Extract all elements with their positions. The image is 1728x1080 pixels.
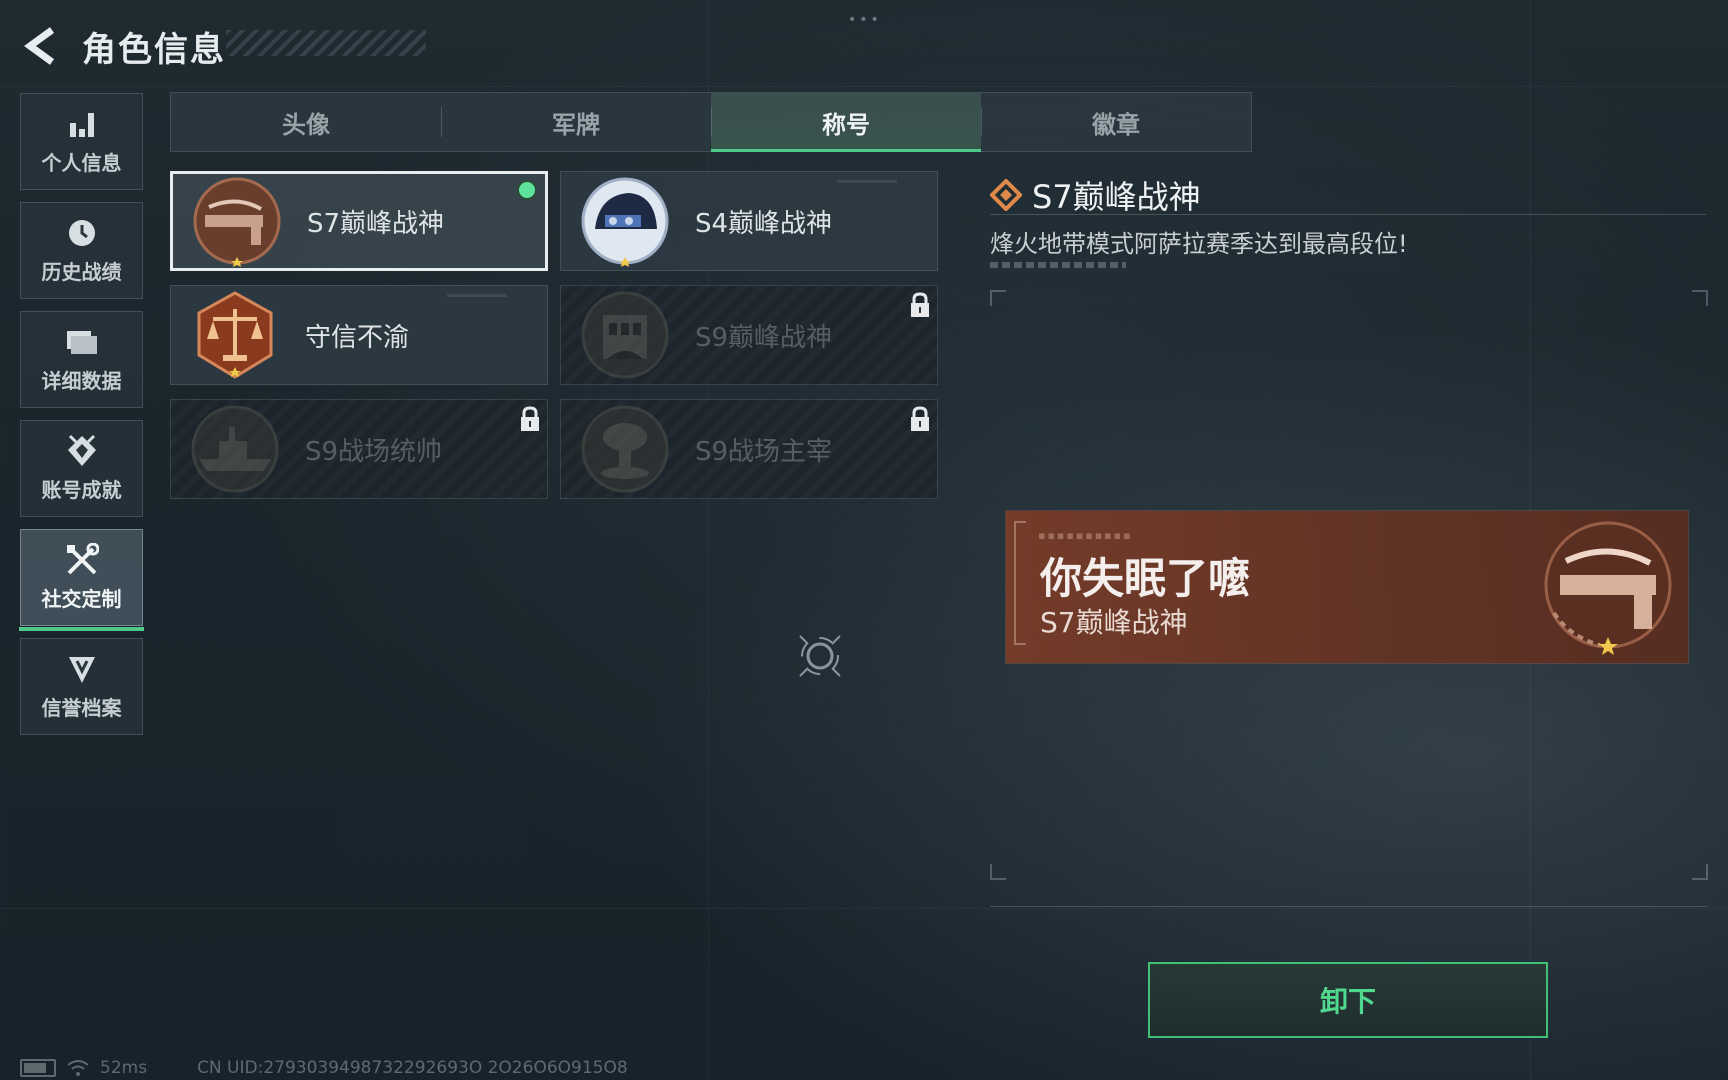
sidebar-item-achievements[interactable]: 账号成就 — [20, 420, 143, 517]
header: 角色信息 — [18, 18, 226, 74]
diamond-icon — [989, 178, 1023, 212]
detail-divider — [990, 214, 1706, 215]
sidebar-item-label: 个人信息 — [41, 151, 122, 175]
lock-icon — [909, 292, 931, 318]
title-card[interactable]: 守信不渝 — [170, 285, 548, 385]
shield-badge-icon — [65, 652, 99, 686]
detail-header: S7巅峰战神 — [989, 172, 1201, 218]
equipped-indicator — [517, 180, 537, 200]
sidebar-item-label: 历史战绩 — [41, 260, 122, 284]
title-decoration — [226, 30, 426, 56]
title-card-locked[interactable]: S9战场统帅 — [170, 399, 548, 499]
building-emblem-icon — [577, 287, 673, 383]
tab-dog-tag[interactable]: 军牌 — [441, 93, 711, 151]
folder-icon — [65, 325, 99, 359]
status-footer: 52ms CN UID:2793039498732292693O 2O26O6O… — [20, 1058, 628, 1078]
card-decoration — [837, 180, 897, 183]
tab-bar: 头像 军牌 称号 徽章 — [170, 92, 1252, 152]
title-card-label: S4巅峰战神 — [695, 208, 833, 239]
wifi-icon — [66, 1059, 90, 1077]
rifle-emblem-icon — [1530, 517, 1680, 657]
lock-icon — [909, 406, 931, 432]
title-card[interactable]: S4巅峰战神 — [560, 171, 938, 271]
detail-title: S7巅峰战神 — [1032, 178, 1201, 216]
sidebar-item-personal-info[interactable]: 个人信息 — [20, 93, 143, 190]
title-card-locked[interactable]: S9巅峰战神 — [560, 285, 938, 385]
sidebar-item-label: 社交定制 — [41, 587, 122, 611]
tab-avatar[interactable]: 头像 — [171, 93, 441, 151]
sidebar-item-social-custom[interactable]: 社交定制 — [19, 529, 144, 631]
banner-micro-text: ▪▪▪▪▪▪▪▪▪▪ — [1038, 529, 1133, 542]
tools-icon — [65, 543, 99, 577]
sidebar-item-credit-record[interactable]: 信誉档案 — [20, 638, 143, 735]
tab-badge[interactable]: 徽章 — [981, 93, 1251, 151]
tab-title[interactable]: 称号 — [711, 93, 981, 152]
rifle-emblem-icon — [189, 173, 285, 269]
sidebar: 个人信息 历史战绩 详细数据 账号成就 社交定制 信誉档案 — [19, 93, 144, 747]
card-decoration — [447, 294, 507, 297]
title-card-label: S9战场统帅 — [305, 436, 443, 467]
bar-chart-icon — [65, 107, 99, 141]
title-card-label: 守信不渝 — [305, 322, 410, 353]
bottom-divider — [990, 906, 1708, 907]
detail-decoration — [990, 262, 1126, 268]
achievement-icon — [65, 434, 99, 468]
detail-description: 烽火地带模式阿萨拉赛季达到最高段位! — [990, 230, 1408, 258]
mushroom-cloud-emblem-icon — [577, 401, 673, 497]
back-arrow-icon[interactable] — [18, 24, 62, 68]
sidebar-item-label: 账号成就 — [41, 478, 122, 502]
ping-value: 52ms — [100, 1058, 148, 1078]
banner-title: S7巅峰战神 — [1040, 606, 1188, 639]
title-card[interactable]: S7巅峰战神 — [170, 171, 548, 271]
target-reticle-icon — [796, 632, 844, 680]
scales-emblem-icon — [187, 287, 283, 383]
title-card-label: S7巅峰战神 — [307, 208, 445, 239]
page-title: 角色信息 — [82, 29, 226, 70]
unequip-button[interactable]: 卸下 — [1148, 962, 1548, 1038]
history-clock-icon — [65, 216, 99, 250]
more-dots-icon[interactable]: ••• — [848, 12, 882, 28]
sidebar-item-label: 详细数据 — [41, 369, 122, 393]
sidebar-item-label: 信誉档案 — [41, 696, 122, 720]
title-card-label: S9战场主宰 — [695, 436, 833, 467]
title-card-label: S9巅峰战神 — [695, 322, 833, 353]
banner-player-name: 你失眠了嚒 — [1040, 554, 1251, 603]
title-card-locked[interactable]: S9战场主宰 — [560, 399, 938, 499]
uid-text: CN UID:2793039498732292693O 2O26O6O915O8 — [197, 1058, 628, 1078]
sidebar-item-details[interactable]: 详细数据 — [20, 311, 143, 408]
lock-icon — [519, 406, 541, 432]
title-banner-preview: ▪▪▪▪▪▪▪▪▪▪ 你失眠了嚒 S7巅峰战神 — [1006, 511, 1688, 663]
battery-icon — [20, 1059, 56, 1077]
sidebar-item-history[interactable]: 历史战绩 — [20, 202, 143, 299]
helmet-emblem-icon — [577, 173, 673, 269]
warship-emblem-icon — [187, 401, 283, 497]
